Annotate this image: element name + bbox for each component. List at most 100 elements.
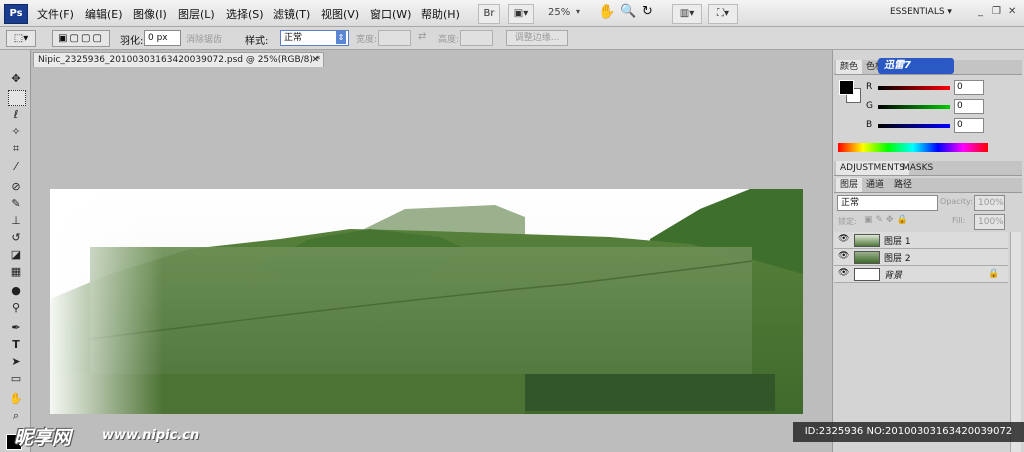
document-tab[interactable]: Nipic_2325936_20100303163420039072.psd @… xyxy=(33,52,324,67)
opacity-input[interactable]: 100% xyxy=(974,195,1005,211)
visibility-eye-icon[interactable]: 👁 xyxy=(838,235,849,244)
eyedropper-icon[interactable]: ⁄ xyxy=(8,160,24,174)
brush-tool-icon[interactable]: ✎ xyxy=(8,197,24,211)
marquee-tool-icon[interactable] xyxy=(8,90,26,106)
menu-filter[interactable]: 滤镜(T) xyxy=(273,6,310,22)
layer-thumbnail xyxy=(854,268,880,281)
document-canvas[interactable] xyxy=(50,189,803,414)
visibility-eye-icon[interactable]: 👁 xyxy=(838,252,849,261)
menu-window[interactable]: 窗口(W) xyxy=(370,6,411,22)
layer-row[interactable]: 👁 图层 2 xyxy=(834,249,1008,266)
g-value-input[interactable]: 0 xyxy=(954,99,984,114)
menu-help[interactable]: 帮助(H) xyxy=(421,6,460,22)
feather-input[interactable]: 0 px xyxy=(144,30,181,46)
tab-color[interactable]: 颜色 xyxy=(836,60,863,74)
tab-paths[interactable]: 路径 xyxy=(890,178,916,192)
close-button[interactable]: ✕ xyxy=(1008,6,1016,17)
landscape-image xyxy=(50,189,803,414)
clone-stamp-icon[interactable]: ⊥ xyxy=(8,214,24,228)
gradient-tool-icon[interactable]: ▦ xyxy=(8,265,24,279)
watermark-url: www.nipic.cn xyxy=(102,428,200,443)
blur-tool-icon[interactable]: ● xyxy=(8,284,24,298)
minimize-button[interactable]: _ xyxy=(978,6,983,17)
hand-tool-panel-icon[interactable]: ✋ xyxy=(8,392,24,406)
foreground-color-chip-top xyxy=(839,80,854,95)
height-input[interactable] xyxy=(460,30,493,46)
xunlei-popup[interactable]: 迅雷7 xyxy=(878,58,954,74)
rotate-view-icon[interactable]: ↻ xyxy=(642,4,653,19)
menu-file[interactable]: 文件(F) xyxy=(37,6,74,22)
magic-wand-icon[interactable]: ✧ xyxy=(8,125,24,139)
lock-icons[interactable]: ▣✎✥🔒 xyxy=(864,215,911,225)
close-tab-icon[interactable]: ✕ xyxy=(311,53,319,67)
eraser-tool-icon[interactable]: ◪ xyxy=(8,248,24,262)
crop-tool-icon[interactable]: ⌗ xyxy=(8,142,24,156)
menu-edit[interactable]: 编辑(E) xyxy=(85,6,123,22)
r-label: R xyxy=(866,82,873,92)
menu-layer[interactable]: 图层(L) xyxy=(178,6,215,22)
width-label: 宽度: xyxy=(356,35,378,45)
xunlei-label: 迅雷7 xyxy=(884,60,911,71)
layer-row[interactable]: 👁 背景 🔒 xyxy=(834,266,1008,283)
dodge-tool-icon[interactable]: ⚲ xyxy=(8,301,24,315)
bridge-button[interactable]: Br xyxy=(478,4,500,24)
swap-icon[interactable]: ⇄ xyxy=(418,31,426,42)
style-dropdown-icon[interactable]: ⇕ xyxy=(336,31,346,44)
r-value-input[interactable]: 0 xyxy=(954,80,984,95)
lock-label: 锁定: xyxy=(838,217,857,226)
antialias-checkbox[interactable]: 消除锯齿 xyxy=(186,32,222,45)
blend-mode-select[interactable]: 正常 xyxy=(837,195,938,211)
menu-view[interactable]: 视图(V) xyxy=(321,6,359,22)
width-input[interactable] xyxy=(378,30,411,46)
refine-edge-button[interactable]: 调整边缘... xyxy=(506,30,568,46)
layer-row[interactable]: 👁 图层 1 xyxy=(834,232,1008,249)
history-brush-icon[interactable]: ↺ xyxy=(8,231,24,245)
fill-label: Fill: xyxy=(952,216,966,225)
menu-image[interactable]: 图像(I) xyxy=(133,6,167,22)
layer-thumbnail xyxy=(854,234,880,247)
layer-name: 图层 1 xyxy=(884,237,911,247)
color-spectrum-bar[interactable] xyxy=(838,143,988,152)
g-slider[interactable] xyxy=(878,105,950,109)
feather-label: 羽化: xyxy=(120,36,144,47)
r-slider[interactable] xyxy=(878,86,950,90)
selection-mode-icons[interactable]: ▣▢▢▢ xyxy=(52,30,110,47)
type-tool-icon[interactable]: T xyxy=(8,338,24,352)
b-value-input[interactable]: 0 xyxy=(954,118,984,133)
b-label: B xyxy=(866,120,873,130)
lasso-tool-icon[interactable]: ℓ xyxy=(8,108,24,122)
move-tool-icon[interactable]: ✥ xyxy=(8,72,24,86)
layer-thumbnail xyxy=(854,251,880,264)
image-id-label: ID:2325936 NO:20100303163420039072 xyxy=(793,422,1024,442)
maximize-button[interactable]: ❐ xyxy=(992,6,1001,17)
g-label: G xyxy=(866,101,873,111)
tab-masks[interactable]: MASKS xyxy=(898,161,937,175)
view-extras-icon[interactable]: ▣▾ xyxy=(508,4,534,24)
zoom-level[interactable]: 25% xyxy=(548,7,570,18)
menu-select[interactable]: 选择(S) xyxy=(226,6,264,22)
path-selection-icon[interactable]: ➤ xyxy=(8,355,24,369)
layers-scrollbar[interactable] xyxy=(1010,232,1021,452)
workspace-switcher[interactable]: ESSENTIALS ▾ xyxy=(890,7,952,17)
b-slider[interactable] xyxy=(878,124,950,128)
rectangle-tool-icon[interactable]: ▭ xyxy=(8,372,24,386)
style-label: 样式: xyxy=(245,36,269,47)
fill-input[interactable]: 100% xyxy=(974,214,1005,230)
arrange-documents-icon[interactable]: ▥▾ xyxy=(672,4,702,24)
tab-layers[interactable]: 图层 xyxy=(836,178,863,192)
tool-preset-picker[interactable]: ⬚▾ xyxy=(6,30,36,47)
lock-icon: 🔒 xyxy=(988,269,1000,279)
zoom-tool-icon[interactable]: 🔍 xyxy=(620,4,636,19)
visibility-eye-icon[interactable]: 👁 xyxy=(838,269,849,278)
screen-mode-icon[interactable]: ⛶▾ xyxy=(708,4,738,24)
document-tab-title: Nipic_2325936_20100303163420039072.psd @… xyxy=(38,55,321,65)
hand-tool-icon[interactable]: ✋ xyxy=(598,4,615,20)
layer-name: 图层 2 xyxy=(884,254,911,264)
layer-name: 背景 xyxy=(884,271,903,281)
healing-brush-icon[interactable]: ⊘ xyxy=(8,180,24,194)
zoom-dropdown-icon[interactable]: ▾ xyxy=(576,7,580,16)
zoom-tool-panel-icon[interactable]: ⌕ xyxy=(8,409,24,423)
tab-channels[interactable]: 通道 xyxy=(862,178,888,192)
pen-tool-icon[interactable]: ✒ xyxy=(8,321,24,335)
watermark-logo: 昵享网 xyxy=(14,427,72,449)
